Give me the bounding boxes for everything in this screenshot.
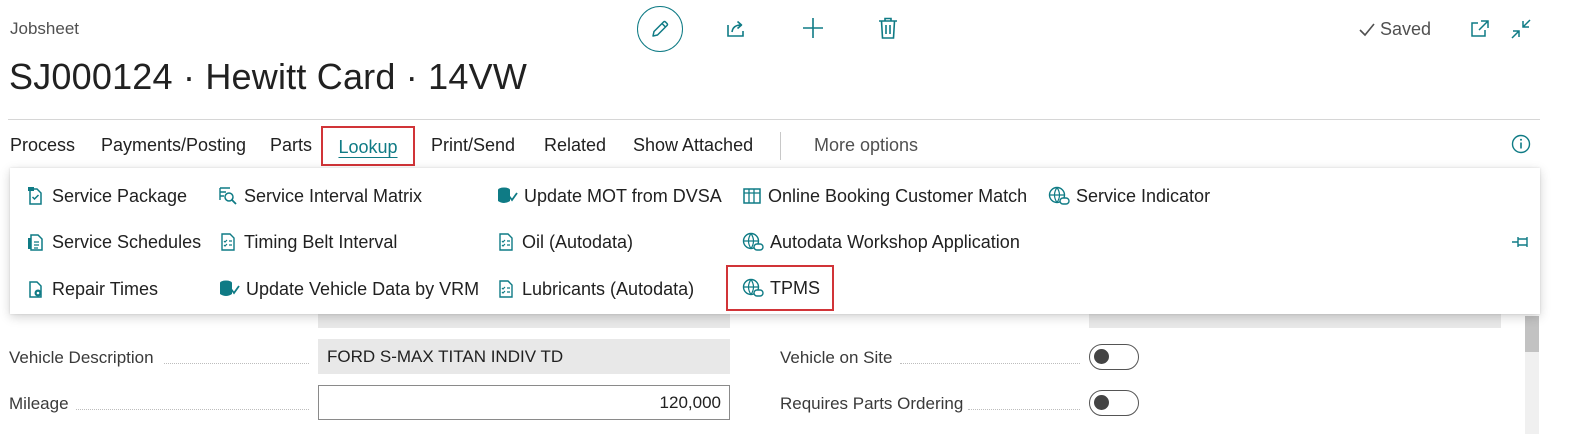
settings-doc-icon (29, 281, 42, 298)
menu-item-service-interval-matrix[interactable]: Service Interval Matrix (218, 179, 422, 213)
checklist-page-icon (499, 280, 513, 298)
menu-item-label: Lubricants (Autodata) (522, 278, 695, 299)
menu-item-lubricants-autodata[interactable]: Lubricants (Autodata) (496, 272, 694, 306)
dotted-leader (76, 408, 309, 410)
checklist-page-icon (499, 233, 513, 251)
menu-item-autodata-workshop-application[interactable]: Autodata Workshop Application (742, 225, 1020, 259)
menu-item-label: Update MOT from DVSA (524, 185, 722, 206)
menu-item-label: Update Vehicle Data by VRM (246, 278, 480, 299)
menu-item-label: Service Package (52, 185, 188, 206)
vehicle-description-field[interactable]: FORD S-MAX TITAN INDIV TD (318, 339, 730, 374)
scrollbar-thumb[interactable] (1525, 316, 1539, 352)
menu-item-label: Oil (Autodata) (522, 231, 634, 252)
menu-item-label: Service Schedules (52, 231, 202, 252)
table-icon (743, 188, 761, 204)
search-grid-icon (219, 187, 237, 205)
menu-item-oil-autodata[interactable]: Oil (Autodata) (496, 225, 633, 259)
form-area: Vehicle Description FORD S-MAX TITAN IND… (0, 300, 1592, 434)
pin-icon (1512, 237, 1528, 247)
menu-item-tpms[interactable]: TPMS (726, 265, 835, 311)
checklist-page-icon (221, 233, 235, 251)
menu-item-service-schedules[interactable]: Service Schedules (26, 225, 201, 259)
checklist-doc-icon (28, 187, 42, 205)
page-title: SJ000124 · Hewitt Card · 14VW (9, 56, 528, 97)
lookup-menu: Service Package Service Schedules Repair… (10, 168, 1540, 314)
menu-item-online-booking-customer-match[interactable]: Online Booking Customer Match (742, 179, 1027, 213)
tab-print-send[interactable]: Print/Send (431, 126, 515, 166)
collapse-icon (1511, 19, 1531, 39)
requires-parts-label: Requires Parts Ordering (780, 394, 964, 413)
info-button[interactable] (1510, 133, 1532, 155)
menu-item-repair-times[interactable]: Repair Times (26, 272, 158, 306)
delete-button[interactable] (874, 14, 902, 42)
dotted-leader (968, 408, 1080, 410)
menu-item-service-indicator[interactable]: Service Indicator (1048, 179, 1210, 213)
dotted-leader (900, 362, 1080, 364)
tab-show-attached[interactable]: Show Attached (633, 126, 753, 166)
menu-item-label: Service Indicator (1076, 185, 1211, 206)
menu-item-timing-belt-interval[interactable]: Timing Belt Interval (218, 225, 397, 259)
menu-item-label: Online Booking Customer Match (768, 185, 1028, 206)
database-update-icon (220, 280, 240, 296)
schedule-doc-icon (28, 234, 43, 251)
globe-link-icon (742, 278, 764, 297)
menu-item-label: Autodata Workshop Application (770, 231, 1020, 252)
new-button[interactable] (799, 14, 827, 42)
plus-icon (803, 18, 823, 38)
info-icon (1511, 134, 1531, 154)
globe-link-icon (742, 232, 764, 251)
mileage-input[interactable]: 120,000 (318, 385, 730, 420)
vehicle-description-label: Vehicle Description (9, 348, 154, 367)
tab-related[interactable]: Related (544, 126, 606, 166)
menu-item-label: Timing Belt Interval (244, 231, 398, 252)
header-divider (8, 119, 1540, 120)
share-button[interactable] (722, 14, 750, 42)
trash-icon (879, 17, 897, 39)
collapse-button[interactable] (1509, 17, 1533, 41)
open-new-window-icon (1471, 20, 1489, 37)
tab-process[interactable]: Process (10, 126, 75, 166)
share-icon (727, 20, 744, 37)
menu-item-update-vehicle-data[interactable]: Update Vehicle Data by VRM (218, 272, 479, 306)
vehicle-on-site-toggle[interactable] (1089, 344, 1139, 370)
dotted-leader (164, 362, 309, 364)
open-new-window-button[interactable] (1468, 17, 1492, 41)
menu-item-update-mot[interactable]: Update MOT from DVSA (496, 179, 722, 213)
pin-menu-button[interactable] (1510, 232, 1534, 252)
more-options-button[interactable]: More options (814, 126, 918, 166)
action-bar: Process Payments/Posting Parts Lookup Pr… (0, 126, 1000, 166)
save-status-label: Saved (1380, 19, 1432, 39)
tab-parts[interactable]: Parts (270, 126, 312, 166)
save-status: Saved (1358, 19, 1431, 40)
vehicle-on-site-label: Vehicle on Site (780, 348, 893, 367)
page-caption: Jobsheet (10, 19, 79, 38)
menu-item-label: Repair Times (52, 278, 159, 299)
checkmark-icon (1359, 22, 1375, 36)
menu-item-service-package[interactable]: Service Package (26, 179, 187, 213)
menu-item-label: TPMS (770, 277, 821, 298)
edit-button[interactable] (637, 6, 683, 52)
database-update-icon (498, 187, 518, 203)
action-bar-separator (780, 132, 781, 160)
globe-link-icon (1048, 186, 1070, 205)
tab-lookup[interactable]: Lookup (321, 126, 415, 166)
tab-payments-posting[interactable]: Payments/Posting (101, 126, 246, 166)
requires-parts-toggle[interactable] (1089, 390, 1139, 416)
menu-item-label: Service Interval Matrix (244, 185, 423, 206)
edit-icon (652, 20, 669, 37)
mileage-label: Mileage (9, 394, 69, 413)
